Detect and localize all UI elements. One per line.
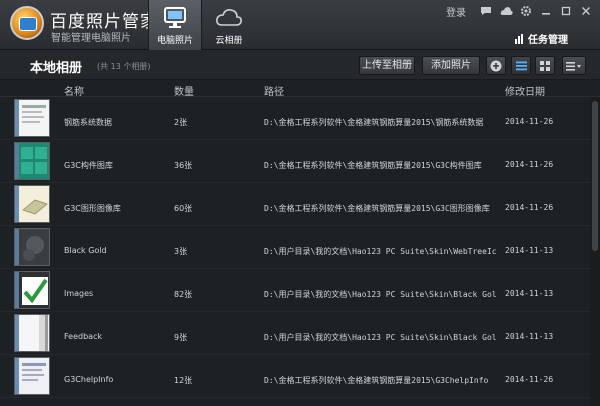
album-path: D:\金格工程系列软件\金格建筑钢筋算量2015\钢筋系统数据	[264, 118, 484, 127]
table-row[interactable]: G3C构件图库 36张 D:\金格工程系列软件\金格建筑钢筋算量2015\G3C…	[0, 140, 590, 183]
monitor-icon	[164, 7, 186, 28]
plus-circle-icon	[490, 60, 502, 71]
album-thumbnail	[14, 185, 50, 223]
album-toolbar: 本地相册 (共 13 个相册) 上传至相册 添加照片	[0, 50, 600, 80]
album-count-cell: 9张	[174, 333, 188, 342]
task-manager-button[interactable]: 任务管理	[514, 31, 568, 46]
album-path: D:\用户目录\我的文档\Hao123 PC Suite\Skin\WebTre…	[264, 247, 496, 256]
album-name: G3C图形图像库	[64, 204, 121, 213]
settings-gear-icon[interactable]	[518, 4, 534, 18]
album-count-cell: 82张	[174, 290, 193, 299]
close-icon[interactable]	[578, 4, 594, 18]
cloud-icon	[216, 9, 242, 26]
cloud-sync-icon[interactable]	[498, 4, 514, 18]
tab-cloud-label: 云相册	[215, 36, 243, 46]
minimize-icon[interactable]	[538, 4, 554, 18]
tab-cloud-album[interactable]: 云相册	[202, 0, 256, 50]
album-date: 2014-11-13	[505, 246, 554, 255]
album-path: D:\金格工程系列软件\金格建筑钢筋算量2015\G3C图形图像库	[264, 204, 490, 213]
app-subtitle: 智能管理电脑照片	[51, 33, 131, 44]
tab-local-label: 电脑照片	[156, 36, 193, 46]
album-count-cell: 36张	[174, 161, 193, 170]
album-name: Black Gold	[64, 246, 107, 255]
table-row[interactable]: 钢筋系统数据 2张 D:\金格工程系列软件\金格建筑钢筋算量2015\钢筋系统数…	[0, 97, 590, 140]
sort-menu-button[interactable]	[562, 56, 586, 75]
window-controls: 登录	[446, 3, 594, 19]
album-name: 钢筋系统数据	[64, 118, 112, 127]
grid-view-button[interactable]	[535, 56, 555, 75]
album-date: 2014-11-26	[505, 375, 554, 384]
list-view-button[interactable]	[511, 56, 531, 75]
album-path: D:\用户目录\我的文档\Hao123 PC Suite\Skin\Black …	[264, 333, 496, 342]
list-view-icon	[515, 61, 527, 70]
table-row[interactable]: Feedback 9张 D:\用户目录\我的文档\Hao123 PC Suite…	[0, 312, 590, 355]
album-date: 2014-11-26	[505, 160, 554, 169]
scrollbar-thumb[interactable]	[592, 101, 598, 251]
album-path: D:\金格工程系列软件\金格建筑钢筋算量2015\G3C构件图库	[264, 161, 482, 170]
task-manager-label: 任务管理	[528, 35, 568, 46]
column-header-date[interactable]: 修改日期	[505, 83, 545, 98]
album-date: 2014-11-13	[505, 289, 554, 298]
column-header-path[interactable]: 路径	[264, 83, 284, 98]
album-list: 钢筋系统数据 2张 D:\金格工程系列软件\金格建筑钢筋算量2015\钢筋系统数…	[0, 97, 590, 406]
maximize-icon[interactable]	[558, 4, 574, 18]
add-album-button[interactable]	[486, 56, 506, 75]
column-header-count[interactable]: 数量	[174, 83, 194, 98]
app-logo	[10, 6, 44, 40]
album-count-cell: 60张	[174, 204, 193, 213]
album-date: 2014-11-13	[505, 332, 554, 341]
album-path: D:\用户目录\我的文档\Hao123 PC Suite\Skin\Black …	[264, 290, 496, 299]
album-thumbnail	[14, 228, 50, 266]
album-count-cell: 12张	[174, 376, 193, 385]
album-name: Images	[64, 289, 94, 298]
vertical-scrollbar[interactable]	[590, 97, 600, 406]
album-name: G3ChelpInfo	[64, 375, 114, 384]
album-count-cell: 2张	[174, 118, 188, 127]
grid-view-icon	[540, 60, 550, 71]
upload-to-album-button[interactable]: 上传至相册	[359, 56, 415, 75]
album-count-cell: 3张	[174, 247, 188, 256]
table-row[interactable]: G3ChelpInfo 12张 D:\金格工程系列软件\金格建筑钢筋算量2015…	[0, 355, 590, 398]
album-date: 2014-11-26	[505, 203, 554, 212]
table-row[interactable]: Images 82张 D:\用户目录\我的文档\Hao123 PC Suite\…	[0, 269, 590, 312]
album-thumbnail	[14, 99, 50, 137]
table-header: 名称 数量 路径 修改日期	[0, 81, 600, 98]
bar-chart-icon	[515, 33, 523, 44]
album-count: (共 13 个相册)	[97, 62, 151, 71]
album-thumbnail	[14, 271, 50, 309]
message-icon[interactable]	[478, 4, 494, 18]
sort-list-icon	[566, 61, 581, 71]
table-row[interactable]: Black Gold 3张 D:\用户目录\我的文档\Hao123 PC Sui…	[0, 226, 590, 269]
table-row[interactable]: G3C图形图像库 60张 D:\金格工程系列软件\金格建筑钢筋算量2015\G3…	[0, 183, 590, 226]
album-thumbnail	[14, 314, 50, 352]
album-thumbnail	[14, 142, 50, 180]
album-path: D:\金格工程系列软件\金格建筑钢筋算量2015\G3ChelpInfo	[264, 376, 489, 385]
album-date: 2014-11-26	[505, 117, 554, 126]
column-header-name[interactable]: 名称	[64, 83, 84, 98]
album-name: Feedback	[64, 332, 103, 341]
add-photos-button[interactable]: 添加照片	[422, 56, 480, 75]
page-title: 本地相册	[30, 61, 83, 76]
tab-local-photos[interactable]: 电脑照片	[148, 0, 202, 50]
login-link[interactable]: 登录	[446, 4, 466, 19]
title-bar: 百度照片管家 智能管理电脑照片 电脑照片 云相册 登录 任务管理	[0, 0, 600, 50]
album-thumbnail	[14, 357, 50, 395]
album-name: G3C构件图库	[64, 161, 113, 170]
